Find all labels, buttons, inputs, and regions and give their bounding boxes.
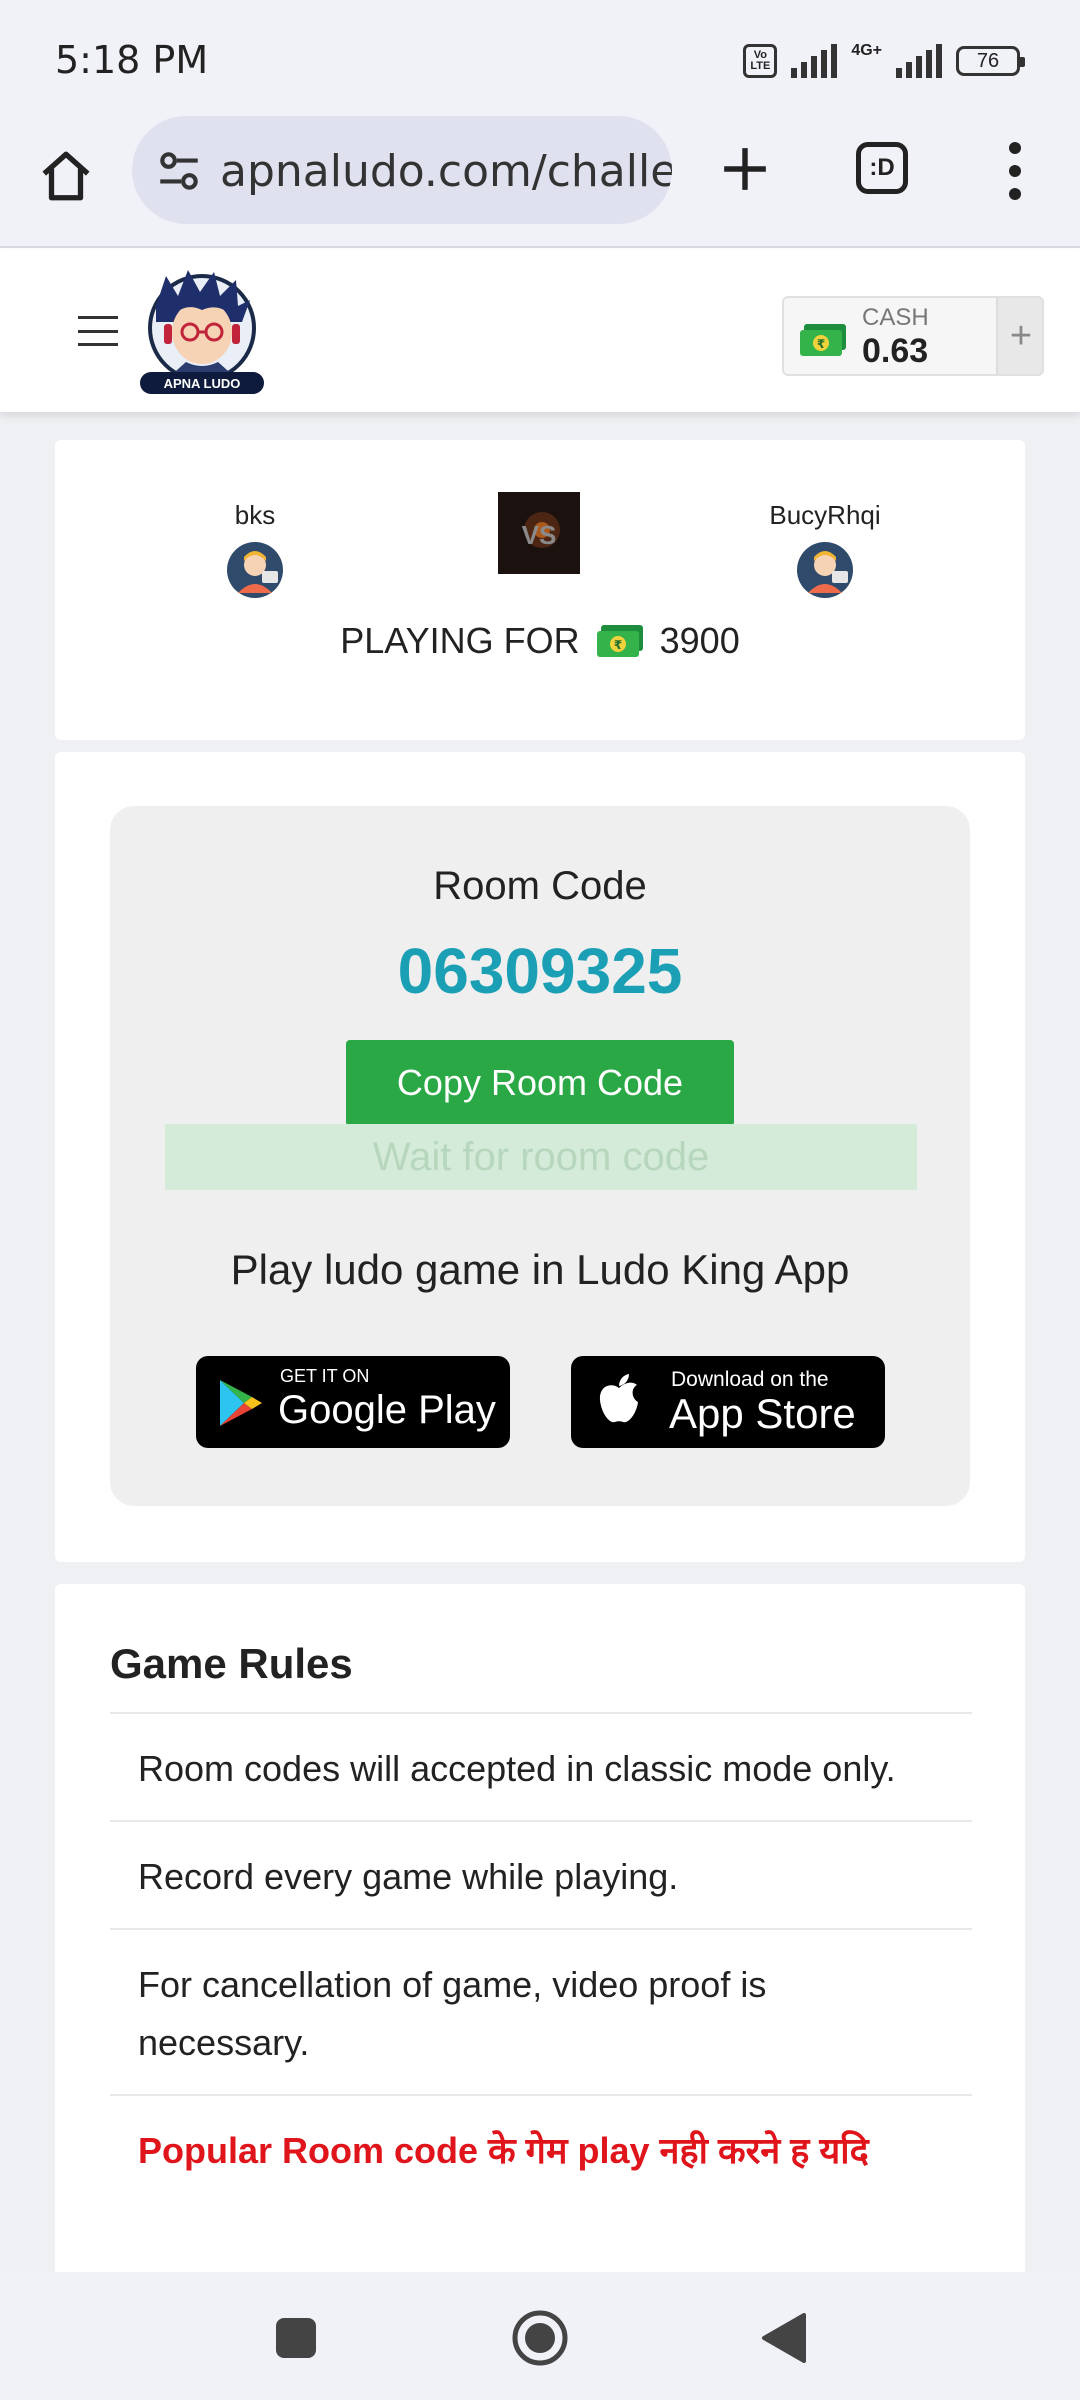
room-code-title: Room Code <box>433 864 647 908</box>
cash-wallet[interactable]: ₹ CASH 0.63 + <box>782 296 1044 376</box>
wallet-balance: ₹ CASH 0.63 <box>784 298 996 374</box>
site-settings-icon[interactable] <box>154 146 204 196</box>
page-content: bks VS BucyRhqi PLAYING FOR ₹ 3900 Room … <box>0 412 1080 2304</box>
recents-button[interactable] <box>266 2308 326 2368</box>
home-icon <box>42 151 90 201</box>
copy-room-code-button[interactable]: Copy Room Code <box>346 1040 734 1126</box>
app-store-small-text: Download on the <box>671 1368 829 1391</box>
signal-icon-2 <box>896 44 942 78</box>
room-code-value: 06309325 <box>397 935 683 1007</box>
add-cash-button[interactable]: + <box>996 298 1042 374</box>
menu-dot-icon <box>1009 188 1021 200</box>
rule-item-warning: Popular Room code के गेम play नही करने ह… <box>110 2094 972 2202</box>
play-ludo-king-title: Play ludo game in Ludo King App <box>230 1246 850 1293</box>
tab-switcher-button[interactable]: :D <box>856 142 908 194</box>
room-code-box: Room Code 06309325 Copy Room Code Wait f… <box>110 806 970 1506</box>
playing-for-amount: 3900 <box>659 620 740 661</box>
app-store-button[interactable]: Download on the App Store <box>571 1356 885 1448</box>
recents-icon <box>276 2318 316 2358</box>
new-tab-button[interactable] <box>710 134 780 204</box>
svg-text:APNA LUDO: APNA LUDO <box>164 376 241 391</box>
rules-list: Room codes will accepted in classic mode… <box>110 1712 972 2202</box>
player-name: bks <box>234 500 276 530</box>
playing-for-label: PLAYING FOR <box>340 620 580 661</box>
svg-text:₹: ₹ <box>817 337 825 351</box>
svg-text:VS: VS <box>522 520 557 550</box>
cash-icon: ₹ <box>800 324 846 356</box>
game-rules-section: Game Rules Room codes will accepted in c… <box>55 1584 1025 2304</box>
google-play-big-text: Google Play <box>278 1388 496 1432</box>
volte-icon: Vo LTE <box>743 44 778 78</box>
signal-icon <box>791 44 838 78</box>
player-name: BucyRhqi <box>769 500 881 530</box>
room-section: Room Code 06309325 Copy Room Code Wait f… <box>55 752 1025 1562</box>
wallet-label: CASH <box>862 304 929 331</box>
google-play-small-text: GET IT ON <box>280 1366 370 1386</box>
status-time: 5:18 PM <box>55 38 209 82</box>
google-play-button[interactable]: GET IT ON Google Play <box>196 1356 510 1448</box>
playing-for-line: PLAYING FOR ₹ 3900 <box>55 620 1025 662</box>
game-rules-title: Game Rules <box>110 1640 353 1687</box>
status-bar: 5:18 PM Vo LTE 4G+ 76 <box>0 0 1080 112</box>
avatar-icon <box>227 542 283 598</box>
menu-dot-icon <box>1009 142 1021 154</box>
home-circle-icon <box>512 2310 568 2366</box>
apple-icon <box>599 1374 638 1423</box>
rule-item: For cancellation of game, video proof is… <box>110 1928 972 2094</box>
vs-image: VS <box>498 492 580 574</box>
player-right: BucyRhqi <box>745 500 905 604</box>
wallet-value: 0.63 <box>862 332 929 370</box>
url-text: apnaludo.com/challenge <box>220 146 672 197</box>
browser-menu-button[interactable] <box>990 136 1040 206</box>
home-nav-button[interactable] <box>510 2308 570 2368</box>
url-bar[interactable]: apnaludo.com/challenge <box>132 116 672 224</box>
network-type-label: 4G+ <box>851 42 882 59</box>
home-button[interactable] <box>30 140 102 212</box>
rule-item: Room codes will accepted in classic mode… <box>110 1712 972 1820</box>
menu-dot-icon <box>1009 165 1021 177</box>
player-left: bks <box>175 500 335 604</box>
avatar-icon <box>797 542 853 598</box>
battery-icon: 76 <box>956 46 1025 76</box>
hamburger-menu-icon[interactable] <box>78 316 118 346</box>
back-button[interactable] <box>754 2308 814 2368</box>
app-store-big-text: App Store <box>669 1390 856 1437</box>
wait-room-code-notice: Wait for room code <box>165 1124 917 1190</box>
rule-item: Record every game while playing. <box>110 1820 972 1928</box>
site-header: APNA LUDO ₹ CASH 0.63 + <box>0 250 1080 412</box>
google-play-icon <box>220 1380 262 1426</box>
system-nav-bar <box>0 2272 1080 2400</box>
back-icon <box>762 2313 806 2363</box>
match-card: bks VS BucyRhqi PLAYING FOR ₹ 3900 <box>55 440 1025 740</box>
svg-text:₹: ₹ <box>613 638 621 652</box>
status-icons: Vo LTE 4G+ 76 <box>743 40 1025 82</box>
apna-ludo-logo[interactable]: APNA LUDO <box>126 266 278 396</box>
cash-icon: ₹ <box>596 625 643 657</box>
browser-toolbar: apnaludo.com/challenge :D <box>0 112 1080 248</box>
plus-icon <box>724 148 766 190</box>
